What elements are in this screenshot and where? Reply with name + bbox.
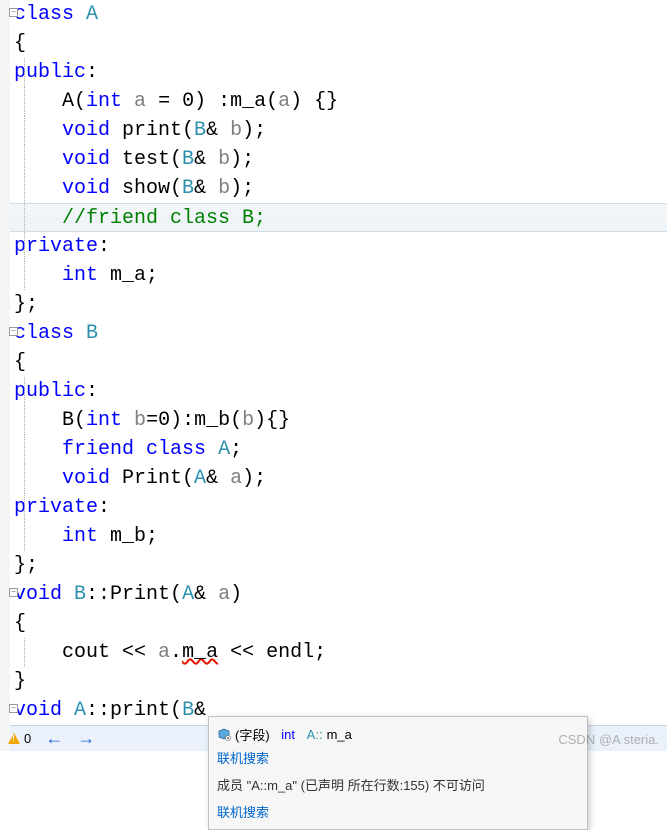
code-line[interactable]: −class A xyxy=(10,0,667,29)
tooltip-signature: (字段) int A::m_a xyxy=(217,723,579,746)
code-line[interactable]: private: xyxy=(10,232,667,261)
code-line[interactable]: B(int b=0):m_b(b){} xyxy=(10,406,667,435)
tooltip-field-label: (字段) xyxy=(235,725,270,744)
code-line[interactable]: void print(B& b); xyxy=(10,116,667,145)
code-line[interactable]: void test(B& b); xyxy=(10,145,667,174)
code-line[interactable]: A(int a = 0) :m_a(a) {} xyxy=(10,87,667,116)
code-line[interactable]: void show(B& b); xyxy=(10,174,667,203)
code-line[interactable]: public: xyxy=(10,58,667,87)
code-line[interactable]: int m_a; xyxy=(10,261,667,290)
code-line[interactable]: } xyxy=(10,667,667,696)
warning-count: 0 xyxy=(24,731,31,746)
code-line[interactable]: friend class A; xyxy=(10,435,667,464)
fold-icon[interactable]: − xyxy=(9,704,18,713)
code-line[interactable]: public: xyxy=(10,377,667,406)
tooltip-search-link[interactable]: 联机搜索 xyxy=(217,748,269,767)
warning-indicator[interactable]: 0 xyxy=(8,731,31,746)
intellisense-tooltip: (字段) int A::m_a 联机搜索 成员 "A::m_a" (已声明 所在… xyxy=(208,716,588,830)
code-line[interactable]: private: xyxy=(10,493,667,522)
nav-back-button[interactable]: ← xyxy=(45,728,63,749)
tooltip-search-link[interactable]: 联机搜索 xyxy=(217,802,269,821)
fold-icon[interactable]: − xyxy=(9,588,18,597)
fold-icon[interactable]: − xyxy=(9,327,18,336)
code-line[interactable]: −class B xyxy=(10,319,667,348)
error-squiggle[interactable]: m_a xyxy=(182,641,218,664)
field-icon xyxy=(217,728,231,742)
code-line[interactable]: { xyxy=(10,29,667,58)
watermark: CSDN @A steria. xyxy=(558,732,659,747)
fold-icon[interactable]: − xyxy=(9,8,18,17)
warning-icon xyxy=(8,733,20,744)
code-line[interactable]: −void B::Print(A& a) xyxy=(10,580,667,609)
code-line[interactable]: { xyxy=(10,348,667,377)
code-line[interactable]: cout << a.m_a << endl; xyxy=(10,638,667,667)
code-line[interactable]: void Print(A& a); xyxy=(10,464,667,493)
nav-forward-button[interactable]: → xyxy=(77,728,95,749)
code-line[interactable]: }; xyxy=(10,551,667,580)
code-line[interactable]: int m_b; xyxy=(10,522,667,551)
code-line[interactable]: }; xyxy=(10,290,667,319)
code-line[interactable]: { xyxy=(10,609,667,638)
tooltip-error-message: 成员 "A::m_a" (已声明 所在行数:155) 不可访问 xyxy=(217,769,579,800)
code-editor[interactable]: −class A { public: A(int a = 0) :m_a(a) … xyxy=(0,0,667,725)
code-line-highlighted[interactable]: //friend class B; xyxy=(10,203,667,232)
